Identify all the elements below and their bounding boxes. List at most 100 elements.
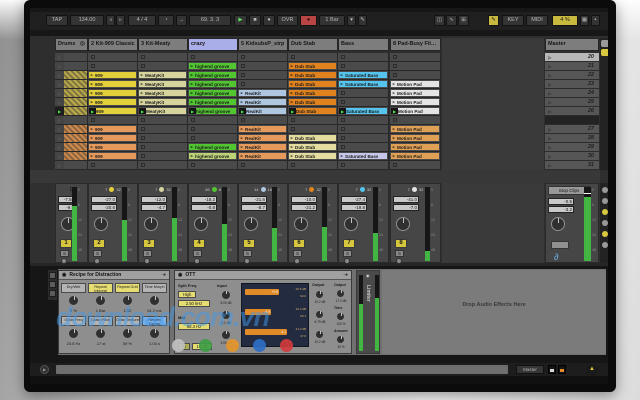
group-stop-button[interactable]: ▷ (55, 116, 64, 125)
metronome-button[interactable]: ◔ (158, 15, 174, 26)
ott-band-display[interactable]: +0.5 -10.5 dB 92.0 -6.9 22.4 dB 60.1 -4.1 41.2 … (241, 283, 309, 347)
scene-slot[interactable]: ▷ 22 (545, 71, 599, 80)
macro-knob[interactable] (68, 295, 79, 306)
clip[interactable]: ▶ Dub Stab (289, 81, 336, 87)
clip[interactable]: ▶ Motion Pad (391, 144, 439, 150)
clip-slot[interactable] (138, 116, 188, 125)
mid-freq-field[interactable]: 88.3 Hz (178, 323, 210, 330)
group-clip-slot[interactable] (64, 98, 88, 107)
macro-knob[interactable] (95, 328, 106, 339)
clip-stop-button[interactable] (191, 127, 195, 131)
group-stop-button[interactable]: ▷ (55, 89, 64, 98)
clip[interactable]: ▶ Motion Pad (391, 90, 439, 96)
group-clip-slot[interactable] (64, 53, 88, 62)
group-clip-slot[interactable] (64, 143, 88, 152)
clip-stop-button[interactable] (141, 145, 145, 149)
clip[interactable]: ▶ RealKit (239, 99, 286, 105)
clip-slot[interactable] (288, 161, 338, 170)
clip-slot[interactable] (338, 125, 389, 134)
clip-slot[interactable] (88, 62, 138, 71)
track-activator-button[interactable]: 4 (193, 239, 205, 248)
clip-slot[interactable]: ▶ Motion Pad (390, 152, 441, 161)
clip-slot[interactable]: ▶ Motion Pad (390, 80, 441, 89)
scene-launch-button[interactable]: ▷ (548, 98, 551, 106)
peak-value-field[interactable]: -7.0 (393, 204, 419, 211)
track-header[interactable]: 5 KidsubsP_strp (238, 38, 288, 51)
clip[interactable]: ▶ 909 (89, 99, 136, 105)
clip-stop-button[interactable] (393, 118, 397, 122)
clip-slot[interactable]: ▶ RealKit (238, 125, 288, 134)
clip[interactable]: ▶ RealKit (239, 126, 286, 132)
clip-slot[interactable] (88, 53, 138, 62)
clip-slot[interactable] (238, 71, 288, 80)
clip[interactable]: ▶ MeatyKit (139, 90, 186, 96)
clip-slot[interactable]: ▶ highend groove (188, 98, 238, 107)
clip-slot[interactable] (88, 161, 138, 170)
clip-slot[interactable]: ▶ MeatyKit (138, 80, 188, 89)
clip-slot[interactable]: ▶ Motion Pad (390, 134, 441, 143)
time-signature-field[interactable]: 4 / 4 (128, 15, 156, 26)
macro-knob[interactable] (149, 295, 160, 306)
clip-view-tab[interactable] (49, 272, 56, 279)
clip[interactable]: ▶ highend groove (189, 72, 236, 78)
macro-knob[interactable] (68, 328, 79, 339)
clip-slot[interactable]: ▶ Dub Stab (288, 107, 338, 116)
volume-value-field[interactable]: -12.0 (141, 196, 167, 203)
clip-stop-button[interactable] (191, 118, 195, 122)
scene-launch-button[interactable]: ▷ (548, 71, 551, 79)
solo-button[interactable]: S (193, 250, 202, 257)
clip-slot[interactable]: ▶ Dub Stab (288, 134, 338, 143)
macro-knob[interactable] (95, 295, 106, 306)
loop-mode-icon[interactable]: ◫ (434, 15, 445, 26)
clip-slot[interactable]: ▶ MeatyKit (138, 98, 188, 107)
solo-button[interactable]: S (243, 250, 252, 257)
clip-stop-button[interactable] (141, 163, 145, 167)
clip-stop-button[interactable] (241, 55, 245, 59)
input-gain-knob[interactable] (221, 330, 231, 340)
clip-stop-button[interactable] (91, 55, 95, 59)
device-limiter-collapsed[interactable]: ◉ Limiter (356, 270, 380, 354)
clip[interactable]: ▶ 909 (89, 135, 136, 141)
macro-knob[interactable] (122, 295, 133, 306)
volume-value-field[interactable]: -18.2 (191, 196, 217, 203)
clip-slot[interactable]: ▶ 909 (88, 98, 138, 107)
clip-stop-button[interactable] (341, 55, 345, 59)
clip-playing-icon[interactable]: ▶ (339, 108, 346, 114)
volume-value-field[interactable]: -0.5 (548, 198, 574, 205)
clip-playing-icon[interactable]: ▶ (139, 108, 146, 114)
clip[interactable]: ▶ Motion Pad (391, 81, 439, 87)
clip-slot[interactable]: ▶ Saturated Bass (338, 80, 389, 89)
clip[interactable]: ▶ highend groove (189, 153, 236, 159)
clip[interactable]: ▶ highend groove (189, 63, 236, 69)
clip-playing-icon[interactable]: ▶ (289, 108, 296, 114)
clip-slot[interactable]: ▶ Motion Pad (390, 107, 441, 116)
clip-slot[interactable]: ▶ 909 (88, 125, 138, 134)
clip-stop-button[interactable] (341, 91, 345, 95)
io-show-button[interactable] (601, 40, 608, 47)
clip-slot[interactable]: ▶ Motion Pad (390, 89, 441, 98)
clip-stop-button[interactable] (141, 64, 145, 68)
high-band-button[interactable]: High (178, 291, 196, 298)
group-stop-button[interactable]: ▷ (55, 143, 64, 152)
clip-slot[interactable]: ▶ MeatyKit (138, 71, 188, 80)
clip-slot[interactable]: ▶ Dub Stab (288, 71, 338, 80)
group-clip-slot[interactable] (64, 152, 88, 161)
clip[interactable]: ▶ Dub Stab (289, 153, 336, 159)
clip-stop-button[interactable] (191, 55, 195, 59)
scene-launch-button[interactable]: ▷ (548, 62, 551, 70)
device-options-icon[interactable]: ◦● (161, 271, 166, 279)
clip[interactable]: ▶ Saturated Bass (339, 153, 387, 159)
clip-slot[interactable] (288, 125, 338, 134)
clip-slot[interactable]: ▶ RealKit (238, 152, 288, 161)
scene-slot[interactable]: ▷ 29 (545, 143, 599, 152)
clip-slot[interactable]: ▶ highend groove (188, 143, 238, 152)
clip-slot[interactable]: ▶ MeatyKit (138, 107, 188, 116)
clip-stop-button[interactable] (91, 163, 95, 167)
scene-launch-button[interactable]: ▷ (548, 125, 551, 133)
clip-stop-button[interactable] (393, 73, 397, 77)
band-output-knob[interactable] (315, 290, 324, 299)
clip-slot[interactable] (88, 116, 138, 125)
clip-stop-button[interactable] (141, 118, 145, 122)
clip[interactable]: ▶ Motion Pad (391, 153, 439, 159)
clip[interactable]: ▶ Dub Stab (289, 135, 336, 141)
